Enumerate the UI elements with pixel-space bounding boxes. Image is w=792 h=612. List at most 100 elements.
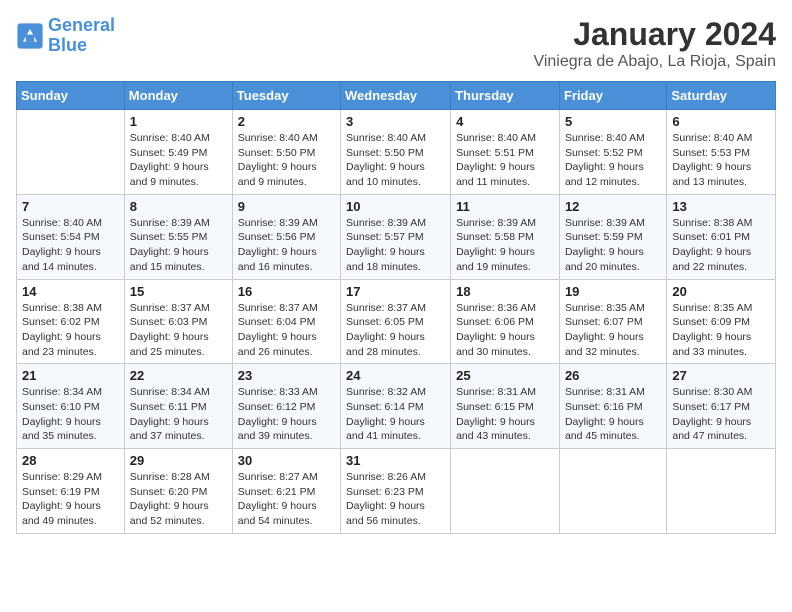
day-info: Sunrise: 8:40 AMSunset: 5:53 PMDaylight:… [672,131,770,190]
day-number: 16 [238,284,335,299]
calendar-subtitle: Viniegra de Abajo, La Rioja, Spain [533,53,776,71]
calendar-cell: 22Sunrise: 8:34 AMSunset: 6:11 PMDayligh… [124,364,232,449]
calendar-week-row: 28Sunrise: 8:29 AMSunset: 6:19 PMDayligh… [17,449,776,534]
calendar-cell: 2 Sunrise: 8:40 AMSunset: 5:50 PMDaylight… [232,110,340,195]
day-number: 26 [565,368,661,383]
logo: General Blue [16,16,115,56]
column-header-wednesday: Wednesday [341,82,451,110]
day-info: Sunrise: 8:39 AMSunset: 5:59 PMDaylight:… [565,216,661,275]
day-info: Sunrise: 8:40 AMSunset: 5:50 PMDaylight:… [238,131,335,190]
calendar-cell: 8 Sunrise: 8:39 AMSunset: 5:55 PMDaylight… [124,194,232,279]
calendar-cell: 6 Sunrise: 8:40 AMSunset: 5:53 PMDaylight… [667,110,776,195]
calendar-cell [451,449,560,534]
calendar-cell: 20 Sunrise: 8:35 AMSunset: 6:09 PMDayligh… [667,279,776,364]
day-info: Sunrise: 8:37 AMSunset: 6:05 PMDaylight:… [346,301,445,360]
day-number: 15 [130,284,227,299]
day-number: 12 [565,199,661,214]
column-header-saturday: Saturday [667,82,776,110]
day-number: 27 [672,368,770,383]
day-number: 18 [456,284,554,299]
day-info: Sunrise: 8:39 AMSunset: 5:57 PMDaylight:… [346,216,445,275]
logo-line1: General [48,15,115,35]
day-number: 13 [672,199,770,214]
day-number: 22 [130,368,227,383]
calendar-cell: 29Sunrise: 8:28 AMSunset: 6:20 PMDayligh… [124,449,232,534]
day-info: Sunrise: 8:31 AMSunset: 6:16 PMDaylight:… [565,385,661,444]
calendar-cell: 16Sunrise: 8:37 AMSunset: 6:04 PMDayligh… [232,279,340,364]
calendar-cell [667,449,776,534]
calendar-cell: 21 Sunrise: 8:34 AMSunset: 6:10 PMDayligh… [17,364,125,449]
column-header-friday: Friday [559,82,666,110]
day-info: Sunrise: 8:35 AMSunset: 6:09 PMDaylight:… [672,301,770,360]
logo-text: General Blue [48,16,115,56]
day-info: Sunrise: 8:40 AMSunset: 5:52 PMDaylight:… [565,131,661,190]
calendar-cell: 12 Sunrise: 8:39 AMSunset: 5:59 PMDayligh… [559,194,666,279]
day-info: Sunrise: 8:38 AMSunset: 6:01 PMDaylight:… [672,216,770,275]
calendar-cell: 31 Sunrise: 8:26 AMSunset: 6:23 PMDayligh… [341,449,451,534]
day-info: Sunrise: 8:40 AMSunset: 5:50 PMDaylight:… [346,131,445,190]
day-info: Sunrise: 8:26 AMSunset: 6:23 PMDaylight:… [346,470,445,529]
day-info: Sunrise: 8:39 AMSunset: 5:58 PMDaylight:… [456,216,554,275]
logo-icon [16,22,44,50]
calendar-week-row: 21 Sunrise: 8:34 AMSunset: 6:10 PMDayligh… [17,364,776,449]
day-number: 2 [238,114,335,129]
day-info: Sunrise: 8:37 AMSunset: 6:03 PMDaylight:… [130,301,227,360]
column-header-sunday: Sunday [17,82,125,110]
logo-line2: Blue [48,35,87,55]
day-number: 20 [672,284,770,299]
day-info: Sunrise: 8:34 AMSunset: 6:10 PMDaylight:… [22,385,119,444]
page-header: General Blue January 2024 Viniegra de Ab… [16,16,776,71]
day-info: Sunrise: 8:38 AMSunset: 6:02 PMDaylight:… [22,301,119,360]
day-number: 1 [130,114,227,129]
calendar-cell: 10 Sunrise: 8:39 AMSunset: 5:57 PMDayligh… [341,194,451,279]
day-number: 10 [346,199,445,214]
calendar-table: SundayMondayTuesdayWednesdayThursdayFrid… [16,81,776,534]
day-number: 24 [346,368,445,383]
calendar-cell: 13 Sunrise: 8:38 AMSunset: 6:01 PMDayligh… [667,194,776,279]
day-number: 7 [22,199,119,214]
day-info: Sunrise: 8:39 AMSunset: 5:55 PMDaylight:… [130,216,227,275]
day-number: 17 [346,284,445,299]
day-number: 3 [346,114,445,129]
day-number: 6 [672,114,770,129]
calendar-cell [559,449,666,534]
calendar-cell: 5 Sunrise: 8:40 AMSunset: 5:52 PMDaylight… [559,110,666,195]
day-info: Sunrise: 8:32 AMSunset: 6:14 PMDaylight:… [346,385,445,444]
calendar-cell: 14 Sunrise: 8:38 AMSunset: 6:02 PMDayligh… [17,279,125,364]
day-number: 21 [22,368,119,383]
day-info: Sunrise: 8:36 AMSunset: 6:06 PMDaylight:… [456,301,554,360]
day-number: 5 [565,114,661,129]
day-number: 29 [130,453,227,468]
calendar-week-row: 14 Sunrise: 8:38 AMSunset: 6:02 PMDayligh… [17,279,776,364]
day-info: Sunrise: 8:39 AMSunset: 5:56 PMDaylight:… [238,216,335,275]
day-info: Sunrise: 8:40 AMSunset: 5:49 PMDaylight:… [130,131,227,190]
calendar-cell: 27 Sunrise: 8:30 AMSunset: 6:17 PMDayligh… [667,364,776,449]
calendar-header-row: SundayMondayTuesdayWednesdayThursdayFrid… [17,82,776,110]
day-number: 23 [238,368,335,383]
column-header-tuesday: Tuesday [232,82,340,110]
calendar-cell: 23 Sunrise: 8:33 AMSunset: 6:12 PMDayligh… [232,364,340,449]
calendar-cell: 25Sunrise: 8:31 AMSunset: 6:15 PMDayligh… [451,364,560,449]
column-header-monday: Monday [124,82,232,110]
day-info: Sunrise: 8:27 AMSunset: 6:21 PMDaylight:… [238,470,335,529]
day-number: 31 [346,453,445,468]
calendar-cell: 26 Sunrise: 8:31 AMSunset: 6:16 PMDayligh… [559,364,666,449]
day-number: 14 [22,284,119,299]
day-number: 19 [565,284,661,299]
calendar-cell [17,110,125,195]
day-info: Sunrise: 8:33 AMSunset: 6:12 PMDaylight:… [238,385,335,444]
calendar-cell: 3 Sunrise: 8:40 AMSunset: 5:50 PMDaylight… [341,110,451,195]
column-header-thursday: Thursday [451,82,560,110]
title-block: January 2024 Viniegra de Abajo, La Rioja… [533,16,776,71]
day-number: 11 [456,199,554,214]
day-info: Sunrise: 8:30 AMSunset: 6:17 PMDaylight:… [672,385,770,444]
calendar-cell: 18 Sunrise: 8:36 AMSunset: 6:06 PMDayligh… [451,279,560,364]
calendar-cell: 17 Sunrise: 8:37 AMSunset: 6:05 PMDayligh… [341,279,451,364]
day-number: 28 [22,453,119,468]
day-info: Sunrise: 8:40 AMSunset: 5:51 PMDaylight:… [456,131,554,190]
calendar-cell: 1 Sunrise: 8:40 AMSunset: 5:49 PMDaylight… [124,110,232,195]
calendar-cell: 19Sunrise: 8:35 AMSunset: 6:07 PMDayligh… [559,279,666,364]
day-number: 9 [238,199,335,214]
day-number: 8 [130,199,227,214]
calendar-cell: 15 Sunrise: 8:37 AMSunset: 6:03 PMDayligh… [124,279,232,364]
